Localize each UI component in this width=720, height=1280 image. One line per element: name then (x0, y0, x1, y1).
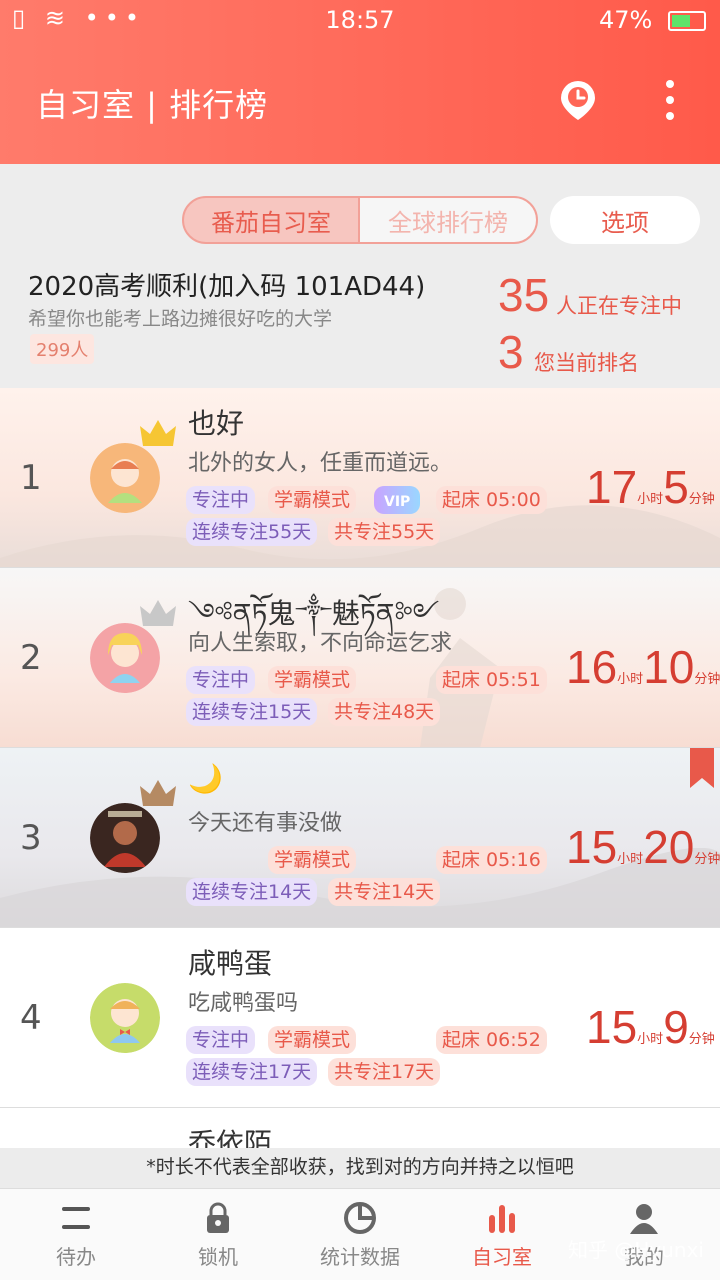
nav-label: 自习室 (472, 1245, 532, 1269)
user-motto: 向人生索取，不向命运乞求 (188, 631, 453, 656)
mode-tag: 学霸模式 (268, 486, 357, 514)
streak-tag: 连续专注17天 (186, 1058, 318, 1086)
minutes-value: 10 (643, 641, 695, 693)
bookmark-icon[interactable] (690, 748, 714, 788)
focusing-count: 35 (498, 269, 550, 321)
minutes-unit: 分钟 (694, 852, 720, 867)
minutes-unit: 分钟 (688, 492, 715, 507)
user-name: 也好 (188, 407, 245, 440)
wake-time-tag: 起床 06:52 (436, 1026, 547, 1054)
wake-time-tag: 起床 05:51 (436, 666, 547, 694)
vip-badge: VIP (374, 486, 421, 514)
focus-duration: 15小时9分钟 (586, 1000, 715, 1054)
nav-lock[interactable]: 锁机 (158, 1201, 278, 1270)
bar-chart-icon (489, 1205, 515, 1233)
streak-tag: 连续专注15天 (186, 698, 318, 726)
user-motto: 今天还有事没做 (188, 811, 343, 836)
ranking-row-1[interactable]: 1 也好 北外的女人，任重而道远。 专注中 学霸模式 VIP 起床 05:00 … (0, 388, 720, 568)
avatar[interactable] (90, 983, 160, 1053)
options-button[interactable]: 选项 (550, 196, 700, 244)
user-icon (630, 1204, 658, 1234)
ranking-row-5[interactable]: 乔依陌 (0, 1108, 720, 1148)
gold-crown-icon (140, 420, 176, 446)
app-header: ▯ ≋ ••• 18:57 47% 自习室 | 排行榜 (0, 0, 720, 164)
user-motto: 北外的女人，任重而道远。 (188, 451, 453, 476)
rank-number: 2 (20, 638, 42, 678)
streak-tag: 连续专注14天 (186, 878, 318, 906)
minutes-unit: 分钟 (688, 1032, 715, 1047)
total-days-tag: 共专注14天 (328, 878, 441, 906)
lock-icon (207, 1202, 229, 1233)
bronze-crown-icon (140, 780, 176, 806)
watermark: 知乎 @Hyunxi (568, 1238, 704, 1262)
avatar[interactable] (90, 623, 160, 693)
ranking-row-3[interactable]: 3 🌙 今天还有事没做 学霸模式 起床 05:16 连续专注14天 共专注14天… (0, 748, 720, 928)
hours-value: 17 (586, 461, 638, 513)
footer-note: *时长不代表全部收获，找到对的方向并持之以恒吧 (0, 1148, 720, 1188)
silver-crown-icon (140, 600, 176, 626)
nav-label: 待办 (56, 1245, 96, 1269)
avatar[interactable] (90, 443, 160, 513)
battery-percent: 47% (599, 6, 653, 34)
hours-value: 16 (566, 641, 618, 693)
nav-statistics[interactable]: 统计数据 (300, 1201, 420, 1270)
user-motto: 吃咸鸭蛋吗 (188, 991, 299, 1016)
my-rank: 3 (498, 326, 524, 378)
tab-tomato-room[interactable]: 番茄自习室 (182, 196, 360, 244)
focus-duration: 16小时10分钟 (566, 640, 720, 694)
mode-tag: 学霸模式 (268, 846, 357, 874)
wake-time-tag: 起床 05:00 (436, 486, 547, 514)
list-icon (62, 1207, 90, 1229)
mode-tag: 学霸模式 (268, 666, 357, 694)
rank-number: 4 (20, 998, 42, 1038)
ranking-row-4[interactable]: 4 咸鸭蛋 吃咸鸭蛋吗 专注中 学霸模式 起床 06:52 连续专注17天 共专… (0, 928, 720, 1108)
wake-time-tag: 起床 05:16 (436, 846, 547, 874)
room-name: 2020高考顺利(加入码 101AD44) (28, 272, 426, 302)
minutes-value: 9 (663, 1001, 689, 1053)
minutes-value: 5 (663, 461, 689, 513)
status-bar: ▯ ≋ ••• 18:57 47% (0, 0, 720, 38)
member-count-badge: 299人 (30, 334, 95, 364)
hours-unit: 小时 (637, 1032, 664, 1047)
hours-value: 15 (566, 821, 618, 873)
total-days-tag: 共专注48天 (328, 698, 441, 726)
focusing-label: 人正在专注中 (556, 294, 682, 318)
nav-label: 统计数据 (320, 1245, 400, 1269)
avatar[interactable] (90, 803, 160, 873)
total-days-tag: 共专注17天 (328, 1058, 441, 1086)
focusing-tag: 专注中 (186, 1026, 256, 1054)
rank-number: 3 (20, 818, 42, 858)
user-name: 🌙 (188, 762, 223, 795)
minutes-value: 20 (643, 821, 695, 873)
user-name: 乔依陌 (188, 1127, 273, 1148)
battery-icon (668, 11, 706, 31)
hours-unit: 小时 (617, 672, 644, 687)
mode-tag: 学霸模式 (268, 1026, 357, 1054)
page-title: 自习室 | 排行榜 (36, 86, 269, 124)
focusing-tag: 专注中 (186, 666, 256, 694)
pie-chart-icon (344, 1202, 376, 1234)
rank-number: 1 (20, 458, 42, 498)
streak-tag: 连续专注55天 (186, 518, 318, 546)
focus-duration: 15小时20分钟 (566, 820, 720, 874)
battery-indicator: 47% (599, 6, 706, 34)
tab-global-ranking[interactable]: 全球排行榜 (358, 196, 538, 244)
location-clock-icon[interactable] (556, 78, 600, 122)
nav-study-room[interactable]: 自习室 (442, 1201, 562, 1270)
ranking-row-2[interactable]: 2 ༺ནཏོ鬼༒魅ཏོན༻ 向人生索取，不向命运乞求 专注中 学霸模式 起床 0… (0, 568, 720, 748)
more-vertical-icon[interactable] (650, 78, 694, 122)
user-name: 咸鸭蛋 (188, 947, 273, 980)
room-description: 希望你也能考上路边摊很好吃的大学 (28, 308, 333, 330)
nav-label: 锁机 (198, 1245, 238, 1269)
total-days-tag: 共专注55天 (328, 518, 441, 546)
nav-todo[interactable]: 待办 (16, 1201, 136, 1270)
minutes-unit: 分钟 (694, 672, 720, 687)
hours-value: 15 (586, 1001, 638, 1053)
focusing-tag: 专注中 (186, 486, 256, 514)
my-rank-label: 您当前排名 (534, 351, 639, 375)
hours-unit: 小时 (637, 492, 664, 507)
hours-unit: 小时 (617, 852, 644, 867)
focus-duration: 17小时5分钟 (586, 460, 715, 514)
